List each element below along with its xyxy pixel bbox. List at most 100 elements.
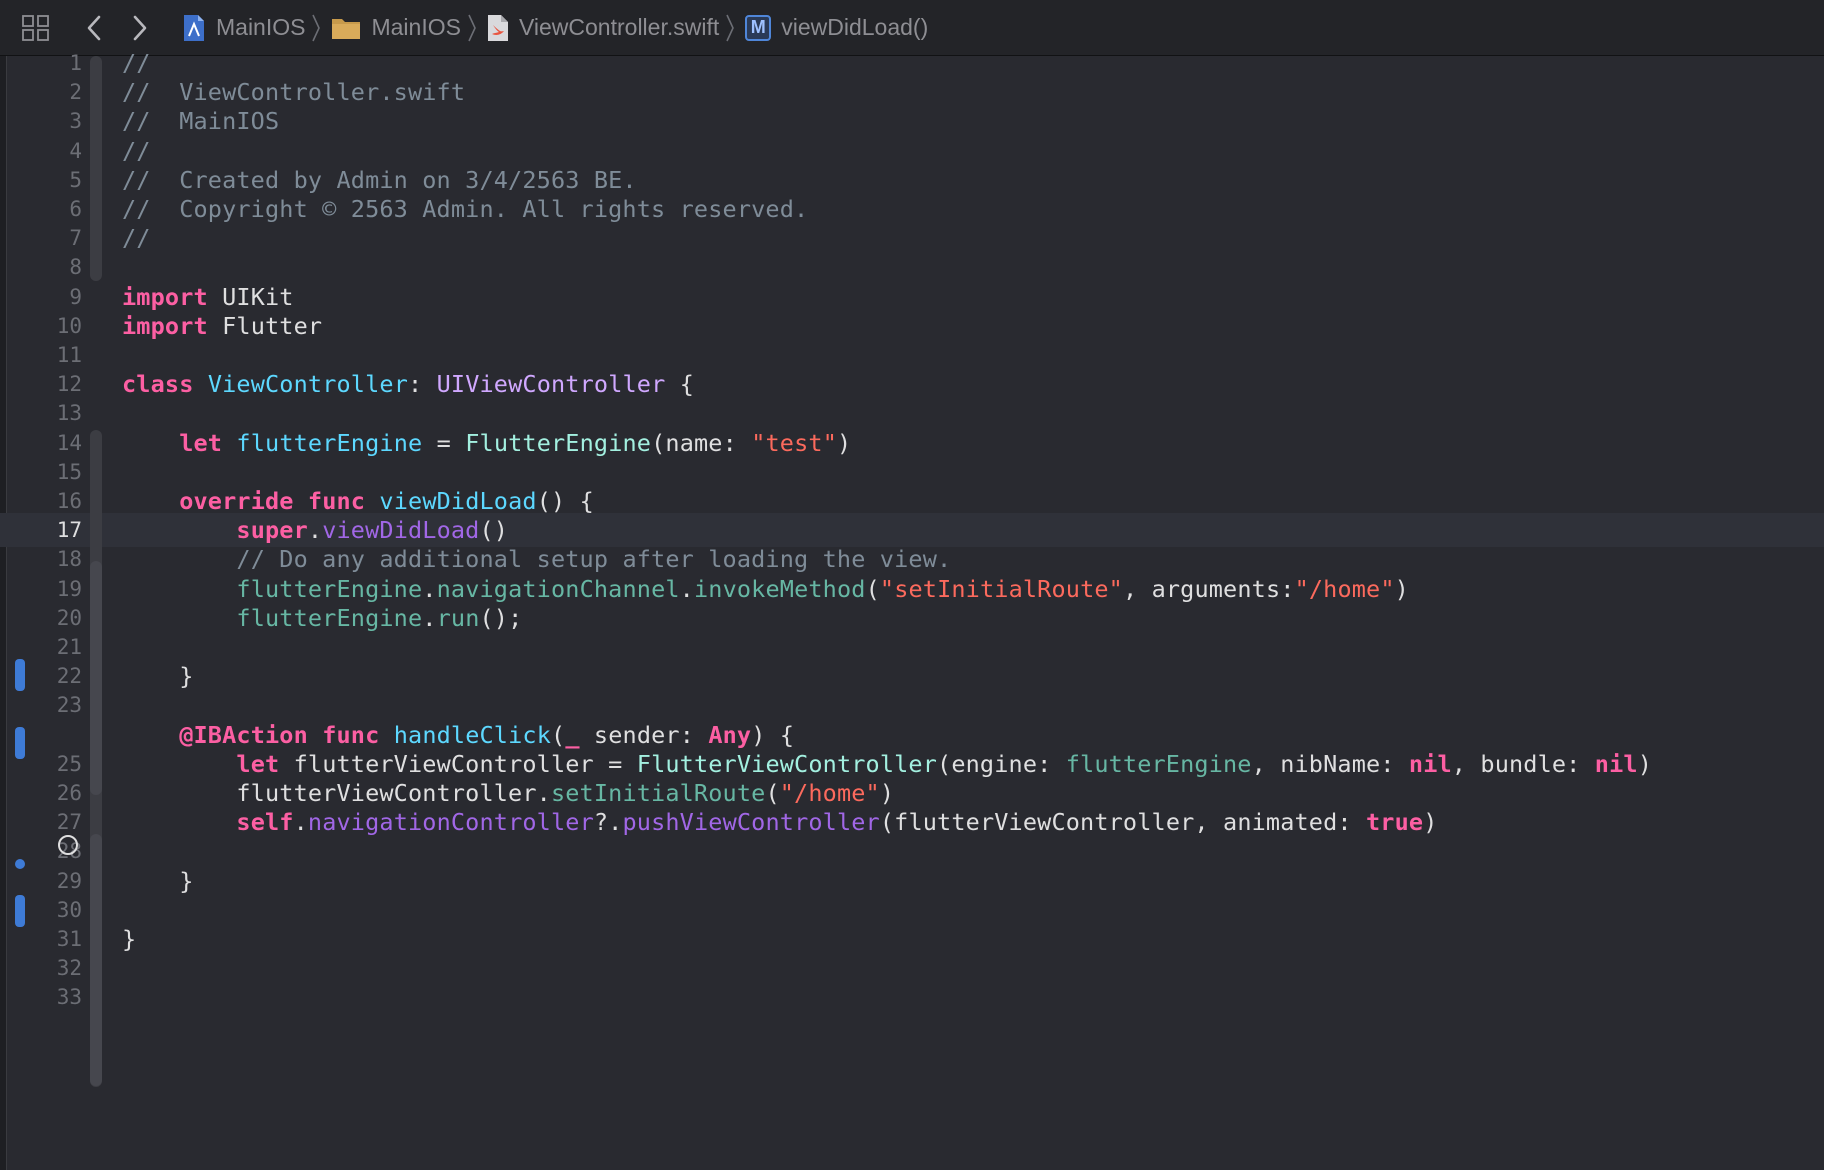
line-number[interactable]: 30	[20, 893, 82, 927]
line-number[interactable]: 10	[20, 309, 82, 343]
chevron-left-icon	[87, 15, 101, 40]
line-number[interactable]: 20	[20, 601, 82, 635]
line-number[interactable]: 3	[20, 104, 82, 138]
code-line[interactable]: 23	[0, 688, 1824, 722]
source-editor[interactable]: 33 32 31} 30 29 } 28 27 self.navigationControl…	[0, 49, 1824, 1170]
code-line[interactable]: 18 // Do any additional setup after load…	[0, 542, 1824, 576]
code-text: }	[122, 864, 194, 898]
code-token: // ViewController.swift	[122, 78, 466, 107]
line-number[interactable]: 29	[20, 864, 82, 898]
code-text: let flutterViewController = FlutterViewC…	[122, 747, 1652, 781]
code-line[interactable]: 17 super.viewDidLoad()	[0, 513, 1824, 548]
crumb-file[interactable]: ViewController.swift	[487, 14, 719, 42]
code-line[interactable]: 26 flutterViewController.setInitialRoute…	[0, 776, 1824, 810]
line-number[interactable]: 12	[20, 367, 82, 401]
code-token: _	[565, 720, 580, 749]
change-indicator[interactable]	[15, 659, 25, 691]
code-line[interactable]: 19 flutterEngine.navigationChannel.invok…	[0, 572, 1824, 606]
code-token: ViewController	[207, 370, 408, 399]
code-line[interactable]: 13	[0, 396, 1824, 430]
line-number[interactable]: 17	[20, 513, 82, 547]
code-line[interactable]: @IBAction func handleClick(_ sender: Any…	[0, 718, 1824, 752]
line-number[interactable]: 26	[20, 776, 82, 810]
line-number[interactable]: 2	[20, 75, 82, 109]
code-line[interactable]: 16 override func viewDidLoad() {	[0, 484, 1824, 518]
code-token: "/home"	[1294, 574, 1395, 603]
back-button[interactable]	[74, 8, 114, 48]
crumb-folder[interactable]: MainIOS	[331, 14, 461, 41]
code-line[interactable]: 32	[0, 951, 1824, 985]
code-line[interactable]: 33	[0, 980, 1824, 1014]
code-line[interactable]: 5 // Created by Admin on 3/4/2563 BE.	[0, 163, 1824, 197]
line-number[interactable]: 9	[20, 280, 82, 314]
code-line[interactable]: 21	[0, 630, 1824, 664]
code-line[interactable]: 29 }	[0, 864, 1824, 898]
line-number[interactable]: 4	[20, 134, 82, 168]
code-token: pushViewController	[622, 808, 880, 837]
line-number[interactable]: 1	[20, 46, 82, 80]
code-line[interactable]: 11	[0, 338, 1824, 372]
line-number[interactable]: 16	[20, 484, 82, 518]
code-line[interactable]: 9 import UIKit	[0, 280, 1824, 314]
code-line[interactable]: 22 }	[0, 659, 1824, 693]
crumb-label: viewDidLoad()	[781, 14, 929, 40]
crumb-project[interactable]: MainIOS	[182, 14, 305, 42]
ibaction-connection-icon[interactable]	[58, 835, 78, 855]
line-number[interactable]: 13	[20, 396, 82, 430]
forward-button[interactable]	[120, 8, 160, 48]
line-number[interactable]: 14	[20, 426, 82, 460]
code-line[interactable]: 14 let flutterEngine = FlutterEngine(nam…	[0, 426, 1824, 460]
line-number[interactable]: 11	[20, 338, 82, 372]
change-indicator[interactable]	[15, 895, 25, 927]
line-number[interactable]: 6	[20, 192, 82, 226]
line-number[interactable]: 23	[20, 688, 82, 722]
code-line[interactable]: 7 //	[0, 221, 1824, 255]
line-number[interactable]: 21	[20, 630, 82, 664]
code-text: // ViewController.swift	[122, 75, 465, 109]
code-line[interactable]: 2 // ViewController.swift	[0, 75, 1824, 109]
code-token: :	[408, 370, 437, 399]
code-token: super	[236, 516, 308, 545]
related-items-icon[interactable]	[14, 8, 58, 48]
line-number[interactable]: 31	[20, 922, 82, 956]
code-line[interactable]: 25 let flutterViewController = FlutterVi…	[0, 747, 1824, 781]
crumb-method[interactable]: M viewDidLoad()	[745, 14, 928, 41]
line-number[interactable]: 27	[20, 805, 82, 839]
code-line[interactable]: 31}	[0, 922, 1824, 956]
code-line[interactable]: 15	[0, 455, 1824, 489]
code-token: ?.	[593, 808, 623, 837]
line-number[interactable]: 7	[20, 221, 82, 255]
code-token: )	[1637, 749, 1652, 778]
code-line[interactable]: 4 //	[0, 134, 1824, 168]
code-line[interactable]: 28	[0, 834, 1824, 868]
line-number[interactable]: 19	[20, 572, 82, 606]
code-line[interactable]: 20 flutterEngine.run();	[0, 601, 1824, 635]
code-line[interactable]: 3 // MainIOS	[0, 104, 1824, 138]
change-dot[interactable]	[15, 859, 25, 869]
line-number[interactable]: 32	[20, 951, 82, 985]
line-number[interactable]: 18	[20, 542, 82, 576]
code-token: (engine:	[937, 749, 1066, 778]
line-number[interactable]: 5	[20, 163, 82, 197]
code-text: self.navigationController?.pushViewContr…	[122, 805, 1438, 839]
line-number[interactable]: 8	[20, 250, 82, 284]
line-number[interactable]: 25	[20, 747, 82, 781]
line-number[interactable]: 33	[20, 980, 82, 1014]
code-line[interactable]: 6 // Copyright © 2563 Admin. All rights r…	[0, 192, 1824, 226]
code-token: )	[1394, 574, 1409, 603]
line-number[interactable]: 15	[20, 455, 82, 489]
fold-ribbon[interactable]	[90, 834, 102, 1086]
code-text: class ViewController: UIViewController {	[122, 367, 694, 401]
fold-ribbon[interactable]	[90, 561, 102, 795]
code-line[interactable]: 30	[0, 893, 1824, 927]
code-line[interactable]: 12 class ViewController: UIViewController…	[0, 367, 1824, 401]
change-indicator[interactable]	[15, 727, 25, 759]
line-number[interactable]: 22	[20, 659, 82, 693]
fold-ribbon[interactable]	[90, 56, 102, 281]
code-line[interactable]: 27 self.navigationController?.pushViewCo…	[0, 805, 1824, 839]
code-token: =	[422, 428, 466, 457]
code-line[interactable]: 1 //	[0, 46, 1824, 80]
code-line[interactable]: 10 import Flutter	[0, 309, 1824, 343]
code-line[interactable]: 8	[0, 250, 1824, 284]
